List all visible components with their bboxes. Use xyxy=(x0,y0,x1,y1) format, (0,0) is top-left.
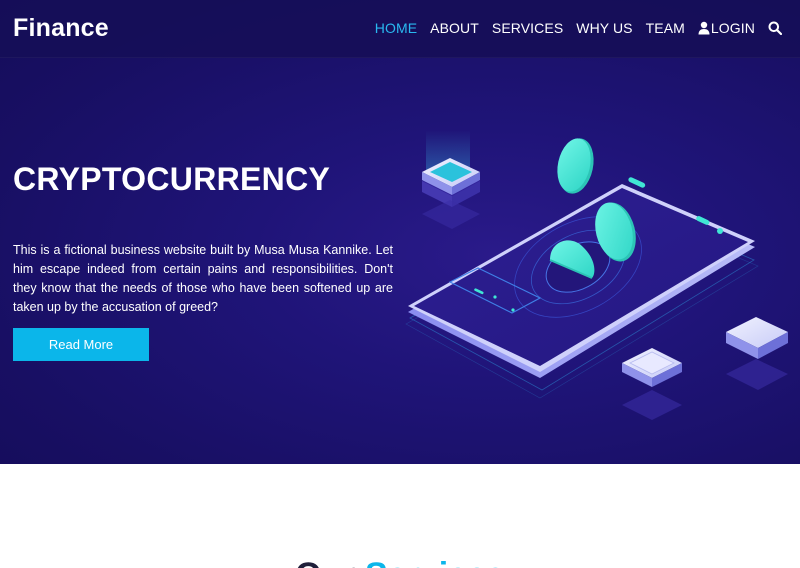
nav-item-label: SERVICES xyxy=(491,20,564,36)
user-icon xyxy=(698,21,710,35)
search-icon[interactable] xyxy=(768,21,783,36)
coin-icon xyxy=(557,138,594,194)
section-title-part2: Services xyxy=(365,556,505,568)
floating-cube-icon xyxy=(622,348,682,420)
nav-item-services[interactable]: SERVICES xyxy=(492,20,563,36)
nav-item-label: TEAM xyxy=(645,20,685,36)
brand-logo[interactable]: Finance xyxy=(13,14,109,43)
nav-item-label: HOME xyxy=(374,20,418,36)
hero-section: Finance HOME ABOUT SERVICES WHY US TEAM xyxy=(0,0,800,464)
nav-menu: HOME ABOUT SERVICES WHY US TEAM LOGIN xyxy=(362,20,783,36)
hero-description: This is a fictional business website bui… xyxy=(13,243,393,314)
nav-item-label: LOGIN xyxy=(710,20,755,36)
crypto-phone-illustration xyxy=(405,130,788,420)
nav-item-home[interactable]: HOME xyxy=(375,20,417,36)
navbar: Finance HOME ABOUT SERVICES WHY US TEAM xyxy=(0,0,800,58)
read-more-button[interactable]: Read More xyxy=(13,328,149,361)
nav-item-label: ABOUT xyxy=(430,20,479,36)
nav-item-about[interactable]: ABOUT xyxy=(430,20,479,36)
hero-title: CRYPTOCURRENCY xyxy=(13,161,331,197)
nav-item-login[interactable]: LOGIN xyxy=(698,20,755,36)
floating-cube-icon xyxy=(422,130,480,229)
nav-item-label: WHY US xyxy=(576,20,633,36)
section-title: Our Services xyxy=(0,556,800,568)
section-title-part1: Our xyxy=(295,556,365,568)
nav-item-why-us[interactable]: WHY US xyxy=(576,20,632,36)
floating-cube-icon xyxy=(726,317,788,390)
nav-item-team[interactable]: TEAM xyxy=(646,20,685,36)
